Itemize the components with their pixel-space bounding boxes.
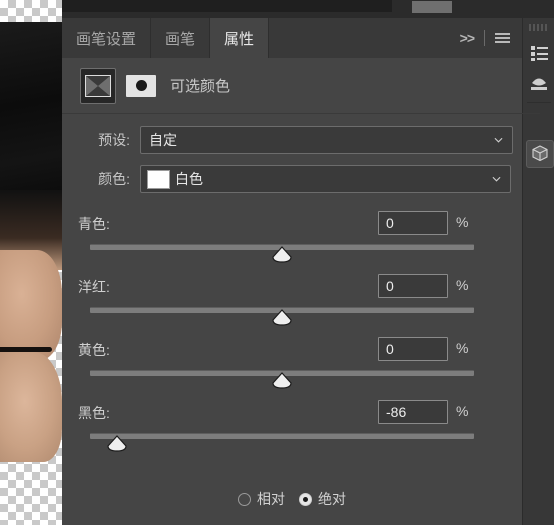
slider-magenta-thumb[interactable] <box>271 309 293 326</box>
slider-yellow-thumb[interactable] <box>271 372 293 389</box>
slider-cyan-input[interactable]: 0 <box>378 211 448 235</box>
tab-brush-settings[interactable]: 画笔设置 <box>62 18 152 58</box>
adjustment-title: 可选颜色 <box>170 78 231 95</box>
slider-black-input[interactable]: -86 <box>378 400 448 424</box>
slider-yellow-unit: % <box>456 340 469 356</box>
slider-black-label: 黑色: <box>78 405 110 421</box>
radio-relative-label: 相对 <box>257 491 285 507</box>
toolbar-strip-chip <box>412 1 452 13</box>
radio-absolute-circle[interactable] <box>299 492 312 506</box>
photoshop-properties-window: 画笔设置 画笔 属性 >> 可选颜色 预设: 自定 颜色: 白色 青色: 0 %… <box>0 0 554 525</box>
slider-cyan-thumb[interactable] <box>271 246 293 263</box>
radio-absolute-dot <box>303 496 308 502</box>
dock-drag-grip[interactable] <box>529 24 549 31</box>
preset-row: 预设: 自定 <box>62 125 522 155</box>
document-canvas[interactable] <box>0 0 62 525</box>
slider-magenta-unit: % <box>456 277 469 293</box>
tab-brush-settings-label: 画笔设置 <box>76 30 137 48</box>
toolbar-strip-inner <box>62 0 392 12</box>
method-radio-group: 相对 绝对 <box>62 486 522 512</box>
color-value: 白色 <box>175 171 203 187</box>
radio-absolute[interactable]: 绝对 <box>299 489 346 509</box>
adjustment-header: 可选颜色 <box>62 58 540 114</box>
tab-brush[interactable]: 画笔 <box>151 18 211 58</box>
slider-magenta-input[interactable]: 0 <box>378 274 448 298</box>
application-toolbar-strip <box>62 0 554 18</box>
color-label: 颜色: <box>98 171 130 187</box>
slider-magenta-label: 洋红: <box>78 279 110 295</box>
hamburger-menu-icon[interactable] <box>495 31 510 45</box>
tab-bar-tools: >> <box>460 18 522 58</box>
tab-brush-label: 画笔 <box>165 30 196 48</box>
canvas-image-subject-lower <box>0 352 62 462</box>
slider-black-track[interactable] <box>90 433 474 439</box>
overflow-chevron-icon[interactable]: >> <box>460 30 475 46</box>
color-swatch <box>147 169 170 189</box>
chevron-down-icon <box>492 176 501 182</box>
color-row: 颜色: 白色 <box>62 164 522 194</box>
preset-label: 预设: <box>98 132 130 148</box>
tab-properties[interactable]: 属性 <box>210 18 270 58</box>
selective-color-adjustment-icon[interactable] <box>80 67 116 104</box>
tab-bar-empty-space <box>269 18 460 58</box>
slider-cyan-unit: % <box>456 214 469 230</box>
color-dropdown[interactable]: 白色 <box>140 165 511 193</box>
mask-dot <box>135 80 147 91</box>
radio-absolute-label: 绝对 <box>318 491 346 507</box>
layer-mask-thumbnail-icon[interactable] <box>126 74 156 97</box>
tools-separator <box>484 30 485 46</box>
chevron-down-icon <box>494 137 503 143</box>
preset-value: 自定 <box>149 132 177 148</box>
slider-yellow-input[interactable]: 0 <box>378 337 448 361</box>
radio-relative-circle[interactable] <box>238 492 251 506</box>
slider-yellow-label: 黄色: <box>78 342 110 358</box>
radio-relative[interactable]: 相对 <box>238 489 285 509</box>
dock-icon-3d[interactable] <box>526 140 554 168</box>
tab-properties-label: 属性 <box>224 30 255 48</box>
properties-panel: 画笔设置 画笔 属性 >> 可选颜色 预设: 自定 颜色: 白色 青色: 0 %… <box>62 18 540 525</box>
slider-black-unit: % <box>456 403 469 419</box>
slider-black-thumb[interactable] <box>106 435 128 452</box>
canvas-image-dark-region <box>0 22 62 202</box>
slider-cyan-label: 青色: <box>78 216 110 232</box>
canvas-image-subject-upper <box>0 250 62 360</box>
preset-dropdown[interactable]: 自定 <box>140 126 513 154</box>
panel-tab-bar: 画笔设置 画笔 属性 >> <box>62 18 522 58</box>
